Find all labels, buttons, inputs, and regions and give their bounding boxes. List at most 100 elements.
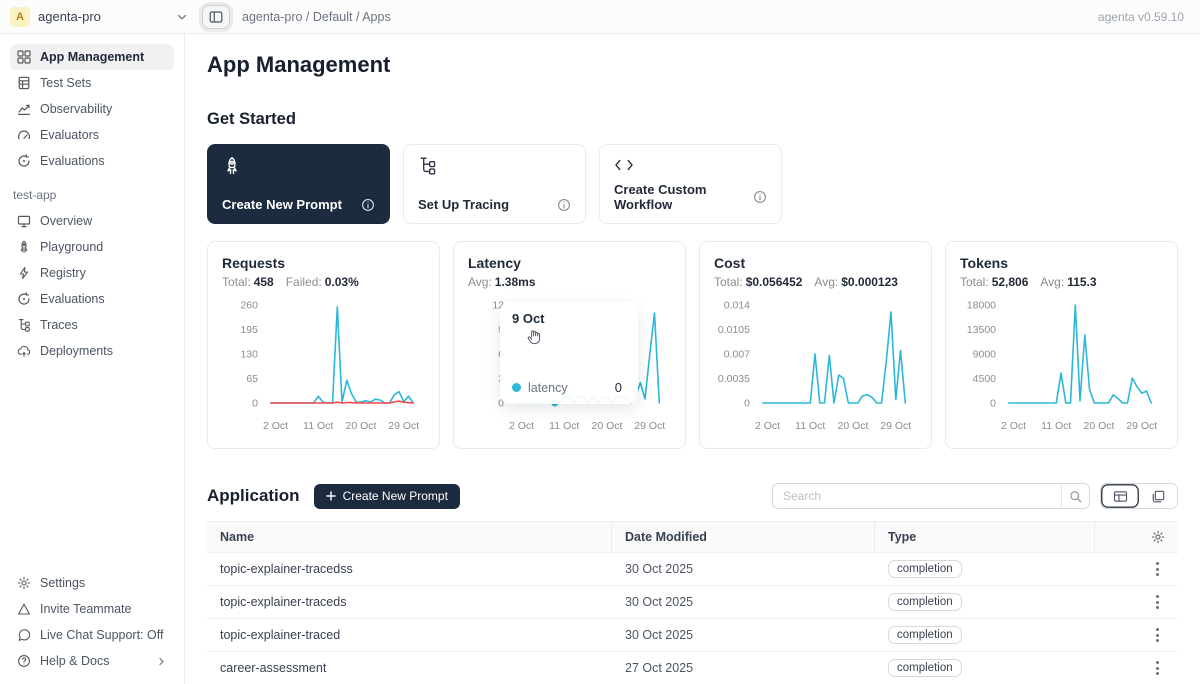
sidebar-item-help-docs[interactable]: Help & Docs	[10, 648, 174, 674]
sidebar-item-playground[interactable]: Playground	[10, 234, 174, 260]
sidebar-item-label: Evaluations	[40, 154, 105, 168]
workspace-selector[interactable]: A agenta-pro	[10, 7, 188, 27]
column-header-type[interactable]: Type	[875, 522, 1095, 552]
sidebar-item-label: Invite Teammate	[40, 602, 131, 616]
sidebar-item-label: Deployments	[40, 344, 113, 358]
grid-icon	[17, 50, 31, 64]
metrics-chart-row: Requests Total:458 Failed:0.03% 26019513…	[207, 241, 1178, 449]
set-up-tracing-card[interactable]: Set Up Tracing	[403, 144, 586, 224]
app-date-modified: 30 Oct 2025	[612, 562, 875, 576]
breadcrumb[interactable]: agenta-pro / Default / Apps	[242, 10, 391, 24]
table-view-button[interactable]	[1101, 484, 1139, 508]
svg-text:11 Oct: 11 Oct	[303, 420, 333, 432]
card-label: Create New Prompt	[222, 197, 342, 212]
chevron-down-icon	[176, 11, 188, 23]
type-badge: completion	[888, 560, 962, 578]
sidebar-toggle-button[interactable]	[202, 5, 230, 29]
gear-icon	[17, 576, 31, 590]
workspace-name: agenta-pro	[38, 9, 101, 24]
app-name: topic-explainer-traceds	[207, 595, 612, 609]
sidebar-item-evaluations[interactable]: Evaluations	[10, 148, 174, 174]
panel-left-icon	[209, 10, 223, 24]
hand-cursor-icon	[526, 328, 626, 350]
chart-stats: Total:52,806 Avg:115.3	[960, 275, 1163, 289]
sidebar-item-label: Registry	[40, 266, 86, 280]
svg-text:2 Oct: 2 Oct	[509, 420, 534, 432]
sidebar-item-live-chat[interactable]: Live Chat Support: Off	[10, 622, 174, 648]
requests-chart-card: Requests Total:458 Failed:0.03% 26019513…	[207, 241, 440, 449]
create-new-prompt-card[interactable]: Create New Prompt	[207, 144, 390, 224]
card-label: Create Custom Workflow	[614, 182, 753, 212]
app-date-modified: 30 Oct 2025	[612, 595, 875, 609]
table-row[interactable]: topic-explainer-traced 30 Oct 2025 compl…	[207, 619, 1178, 652]
row-menu-icon[interactable]	[1150, 657, 1165, 679]
sidebar-item-overview[interactable]: Overview	[10, 208, 174, 234]
chart-title: Cost	[714, 255, 917, 271]
chart-title: Latency	[468, 255, 671, 271]
svg-text:260: 260	[240, 300, 258, 312]
lightning-icon	[17, 266, 31, 280]
sidebar-item-deployments[interactable]: Deployments	[10, 338, 174, 364]
chart-stats: Total:458 Failed:0.03%	[222, 275, 425, 289]
create-new-prompt-button[interactable]: Create New Prompt	[314, 484, 460, 509]
application-header: Application Create New Prompt	[207, 483, 1178, 509]
sidebar-item-invite-teammate[interactable]: Invite Teammate	[10, 596, 174, 622]
table-row[interactable]: topic-explainer-traceds 30 Oct 2025 comp…	[207, 586, 1178, 619]
tooltip-date: 9 Oct	[512, 311, 626, 326]
help-circle-icon	[17, 654, 31, 668]
column-header-name[interactable]: Name	[207, 522, 612, 552]
card-label: Set Up Tracing	[418, 197, 509, 212]
table-header: Name Date Modified Type	[207, 522, 1178, 553]
svg-text:9000: 9000	[973, 349, 997, 361]
search-icon[interactable]	[1061, 484, 1089, 508]
svg-text:20 Oct: 20 Oct	[592, 420, 623, 432]
search-input[interactable]	[773, 489, 1061, 503]
svg-text:20 Oct: 20 Oct	[346, 420, 377, 432]
row-menu-icon[interactable]	[1150, 624, 1165, 646]
cost-chart-card: Cost Total:$0.056452 Avg:$0.000123 0.014…	[699, 241, 932, 449]
svg-text:0.0105: 0.0105	[718, 324, 750, 336]
svg-text:0.0035: 0.0035	[718, 373, 750, 385]
table-row[interactable]: career-assessment 27 Oct 2025 completion	[207, 652, 1178, 684]
tokens-chart[interactable]: 18000135009000450002 Oct11 Oct20 Oct29 O…	[960, 297, 1163, 442]
sidebar-item-app-management[interactable]: App Management	[10, 44, 174, 70]
sidebar-item-registry[interactable]: Registry	[10, 260, 174, 286]
create-custom-workflow-card[interactable]: Create Custom Workflow	[599, 144, 782, 224]
tokens-chart-card: Tokens Total:52,806 Avg:115.3 1800013500…	[945, 241, 1178, 449]
sidebar-item-observability[interactable]: Observability	[10, 96, 174, 122]
refresh-circle-icon	[17, 154, 31, 168]
svg-text:130: 130	[240, 349, 258, 361]
row-menu-icon[interactable]	[1150, 558, 1165, 580]
sidebar-item-settings[interactable]: Settings	[10, 570, 174, 596]
column-settings-icon[interactable]	[1151, 530, 1165, 544]
info-icon[interactable]	[557, 198, 571, 212]
sidebar-item-label: Settings	[40, 576, 85, 590]
svg-text:29 Oct: 29 Oct	[1126, 420, 1157, 432]
app-name: career-assessment	[207, 661, 612, 675]
chart-stats: Total:$0.056452 Avg:$0.000123	[714, 275, 917, 289]
info-icon[interactable]	[753, 190, 767, 204]
sidebar-item-test-sets[interactable]: Test Sets	[10, 70, 174, 96]
get-started-title: Get Started	[207, 110, 1178, 129]
requests-chart[interactable]: 2601951306502 Oct11 Oct20 Oct29 Oct	[222, 297, 425, 442]
info-icon[interactable]	[361, 198, 375, 212]
app-name: topic-explainer-tracedss	[207, 562, 612, 576]
row-menu-icon[interactable]	[1150, 591, 1165, 613]
table-row[interactable]: topic-explainer-tracedss 30 Oct 2025 com…	[207, 553, 1178, 586]
svg-text:29 Oct: 29 Oct	[634, 420, 665, 432]
column-header-date-modified[interactable]: Date Modified	[612, 522, 875, 552]
tooltip-series-row: latency 0	[512, 380, 626, 395]
sidebar-section-label: test-app	[13, 188, 174, 202]
view-toggle	[1100, 483, 1178, 509]
card-view-button[interactable]	[1139, 484, 1177, 508]
cost-chart[interactable]: 0.0140.01050.0070.003502 Oct11 Oct20 Oct…	[714, 297, 917, 442]
svg-text:11 Oct: 11 Oct	[549, 420, 579, 432]
sidebar-item-traces[interactable]: Traces	[10, 312, 174, 338]
sidebar-item-evaluators[interactable]: Evaluators	[10, 122, 174, 148]
svg-text:2 Oct: 2 Oct	[755, 420, 780, 432]
sidebar-item-app-evaluations[interactable]: Evaluations	[10, 286, 174, 312]
chevron-right-icon	[156, 656, 167, 667]
sidebar-footer: Settings Invite Teammate Live Chat Suppo…	[10, 570, 174, 674]
svg-text:0: 0	[252, 398, 258, 410]
svg-text:11 Oct: 11 Oct	[795, 420, 825, 432]
